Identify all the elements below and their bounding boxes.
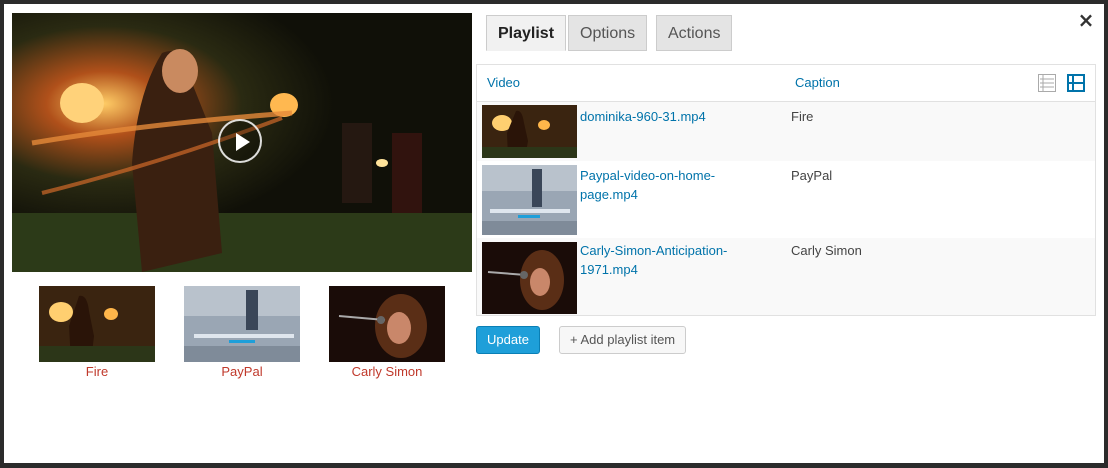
row-caption[interactable]: PayPal [791, 166, 832, 185]
close-icon[interactable]: × [1076, 10, 1096, 30]
table-row[interactable]: dominika-960-31.mp4 Fire [477, 102, 1095, 161]
column-header-caption[interactable]: Caption [795, 65, 840, 101]
playlist-modal: × Fire PayPal Carly Simon Playlist Optio… [4, 4, 1104, 463]
list-view-icon[interactable] [1038, 74, 1056, 92]
thumbnail-image [39, 286, 155, 362]
thumbnail-image [184, 286, 300, 362]
row-thumbnail [482, 105, 577, 158]
play-icon[interactable] [218, 119, 262, 163]
table-header: Video Caption [477, 65, 1095, 102]
row-filename-link[interactable]: Carly-Simon-Anticipation-1971.mp4 [580, 241, 740, 279]
row-filename-link[interactable]: Paypal-video-on-home-page.mp4 [580, 166, 740, 204]
thumbnail-caption: Carly Simon [351, 364, 423, 379]
thumbnail-image [329, 286, 445, 362]
tab-actions[interactable]: Actions [656, 15, 733, 51]
update-button[interactable]: Update [476, 326, 540, 354]
thumbnail-caption: PayPal [221, 364, 263, 379]
thumbnail-item-paypal[interactable]: PayPal [183, 286, 301, 380]
thumbnail-item-carly-simon[interactable]: Carly Simon [328, 286, 446, 380]
row-filename-link[interactable]: dominika-960-31.mp4 [580, 107, 740, 126]
table-row[interactable]: Paypal-video-on-home-page.mp4 PayPal [477, 161, 1095, 238]
add-playlist-item-button[interactable]: + Add playlist item [559, 326, 687, 354]
column-header-video[interactable]: Video [487, 65, 520, 101]
thumbnail-caption: Fire [85, 364, 109, 379]
table-row[interactable]: Carly-Simon-Anticipation-1971.mp4 Carly … [477, 238, 1095, 315]
row-thumbnail [482, 165, 577, 235]
tab-options[interactable]: Options [568, 15, 648, 51]
thumbnail-item-fire[interactable]: Fire [38, 286, 156, 380]
grid-view-icon[interactable] [1067, 74, 1085, 92]
playlist-table: Video Caption dominika-960-31.mp4 Fire P… [476, 64, 1096, 316]
row-caption[interactable]: Carly Simon [791, 241, 862, 260]
tab-playlist[interactable]: Playlist [486, 15, 567, 51]
row-caption[interactable]: Fire [791, 107, 813, 126]
row-thumbnail [482, 242, 577, 314]
video-player[interactable] [12, 13, 472, 272]
